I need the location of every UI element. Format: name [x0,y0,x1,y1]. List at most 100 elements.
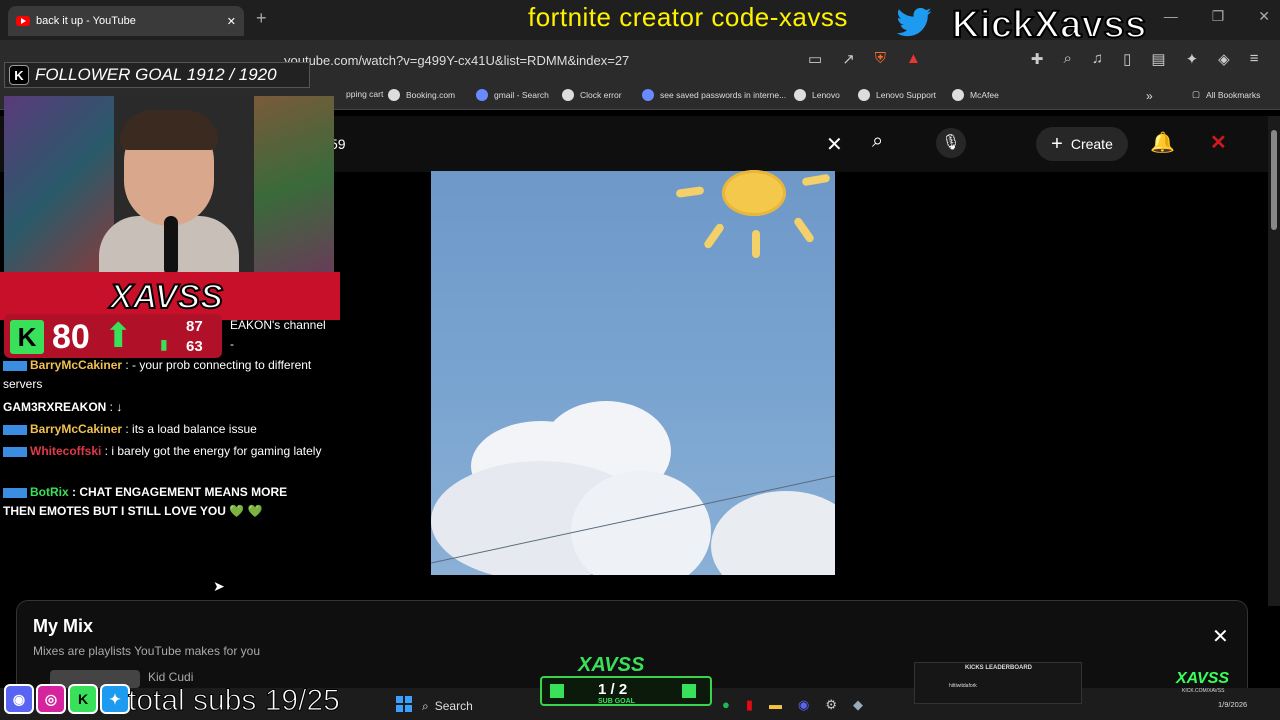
leaderboard-entry: hittiwitdafork [949,683,977,689]
kick-icon: K [68,684,98,714]
bookmark-item[interactable]: pping cart [346,89,383,99]
sidebar-icon[interactable]: ▯ [1123,50,1131,68]
bookmark-item[interactable]: gmail - Search [476,89,549,101]
windows-start-icon[interactable] [396,696,412,712]
create-button[interactable]: + Create [1036,127,1128,161]
brand-url: KICK.COM/XAVSS [1182,688,1225,694]
stat-top: 87 [186,318,203,335]
trophy-icon [550,684,564,698]
tab-title: back it up - YouTube [36,15,136,27]
share-icon[interactable]: ↗ [842,50,855,68]
search-icon [476,89,488,101]
bookmark-item[interactable]: Booking.com [388,89,455,101]
creator-code-text: fortnite creator code-xavss [528,2,848,32]
search-icon: ⌕ [422,698,429,713]
trophy-icon [682,684,696,698]
total-subs-text: total subs 19/25 [128,684,341,718]
chat-message: BotRix : CHAT ENGAGEMENT MEANS MORE THEN… [3,485,288,518]
browser-tab[interactable]: back it up - YouTube ✕ [8,6,244,36]
brave-shield-icon[interactable]: ⛨ [875,50,886,68]
close-mix-icon[interactable]: ✕ [1212,624,1229,649]
sun-drawing [722,170,786,216]
leaderboard-title: KICKS LEADERBOARD [965,665,1033,671]
browser-toolbar: ▭ ↗ ⛨ ▲ ✚ ⌕ ♫ ▯ ▤ ✦ ◈ ≡ [808,50,1258,68]
mix-subtitle: Mixes are playlists YouTube makes for yo… [33,644,260,658]
scrollbar-thumb[interactable] [1271,130,1277,230]
bookmark-item[interactable]: Lenovo Support [858,89,936,101]
stats-panel: K 80 ⬆ 87 63 ▮ [4,314,222,358]
arrow-up-icon: ⬆ [104,317,133,355]
plus-icon: + [1051,132,1063,155]
xavss-badge: XAVSS [578,654,645,676]
taskbar-apps: ● ▮ ▬ ◉ ⚙ ◆ [722,697,863,713]
webcam-feed [4,96,334,278]
bookmark-item[interactable]: Lenovo [794,89,840,101]
chat-message: BarryMcCakiner : its a load balance issu… [3,420,323,439]
all-bookmarks[interactable]: ▢ All Bookmarks [1192,89,1260,100]
discord-icon[interactable]: ◉ [798,697,809,713]
bookmark-item[interactable]: McAfee [952,89,999,101]
chat-message: EAKON's channel - [230,318,326,351]
sun-ray [752,230,760,258]
chat-message: GAM3RXREAKON : ↓ [3,400,123,414]
spotify-icon[interactable]: ● [722,697,730,713]
mouse-cursor-icon: ➤ [213,578,225,594]
vpn-icon[interactable]: ◈ [1218,50,1230,68]
extensions-icon[interactable]: ✚ [1031,50,1044,68]
leo-icon[interactable]: ✦ [1186,50,1199,68]
video-player[interactable] [431,171,835,575]
kick-icon: K [10,320,44,354]
globe-icon [858,89,870,101]
sub-goal-label: SUB GOAL [598,698,635,705]
social-icons: ◉ ◎ K ✦ [4,684,130,714]
instagram-icon: ◎ [36,684,66,714]
kick-icon: K [9,65,29,85]
restore-icon[interactable]: ❐ [1212,8,1225,25]
close-tab-icon[interactable]: ✕ [227,15,236,28]
scrollbar[interactable] [1268,116,1280,606]
kick-username: KickXavss [951,3,1147,47]
steam-icon[interactable]: ◆ [853,697,863,713]
window-controls: — ❐ ✕ [1164,8,1270,25]
twitter-icon: ✦ [100,684,130,714]
cast-icon[interactable]: ▭ [808,50,822,68]
wallet-icon[interactable]: ▤ [1151,50,1165,68]
search-icon [642,89,654,101]
new-tab-button[interactable]: + [256,8,267,29]
brand-logo: XAVSS [1176,670,1230,687]
chat-message: BarryMcCakiner : - your prob connecting … [3,358,312,391]
minimize-icon[interactable]: — [1164,8,1178,25]
mix-title: My Mix [33,616,94,636]
taskbar-date: 1/9/2026 [1218,700,1248,709]
music-icon[interactable]: ♫ [1092,50,1103,68]
globe-icon [952,89,964,101]
avatar[interactable]: ✕ [1210,130,1227,155]
chat-message: Whitecoffski : i barely got the energy f… [3,442,323,461]
search-icon[interactable]: ⌕ [872,130,883,153]
discord-icon: ◉ [4,684,34,714]
mix-item-artist[interactable]: Kid Cudi [148,670,193,684]
clear-search-icon[interactable]: ✕ [826,132,843,157]
notifications-icon[interactable]: 🔔 [1150,130,1175,155]
folder-icon: ▢ [1192,89,1201,99]
microphone-icon[interactable]: 🎙 [936,128,966,158]
bookmark-item[interactable]: see saved passwords in interne... [642,89,786,101]
stat-bottom: 63 [186,338,203,355]
globe-icon [388,89,400,101]
menu-icon[interactable]: ≡ [1250,50,1259,68]
globe-icon [562,89,574,101]
kicks-leaderboard: KICKS LEADERBOARD hittiwitdafork [914,662,1082,704]
globe-icon [794,89,806,101]
rewards-icon[interactable]: ▲ [906,50,921,68]
twitter-icon [896,7,932,37]
settings-icon[interactable]: ⚙ [825,697,837,713]
sub-goal-count: 1 / 2 [598,681,628,698]
more-bookmarks-icon[interactable]: » [1146,89,1153,103]
search-tab-icon[interactable]: ⌕ [1063,50,1071,68]
explorer-icon[interactable]: ▬ [769,697,782,713]
xavss-logo: XAVSS [109,277,224,317]
follower-goal: K FOLLOWER GOAL 1912 / 1920 [4,62,310,88]
netflix-icon[interactable]: ▮ [746,697,753,713]
bookmark-item[interactable]: Clock error [562,89,622,101]
close-icon[interactable]: ✕ [1258,8,1270,25]
